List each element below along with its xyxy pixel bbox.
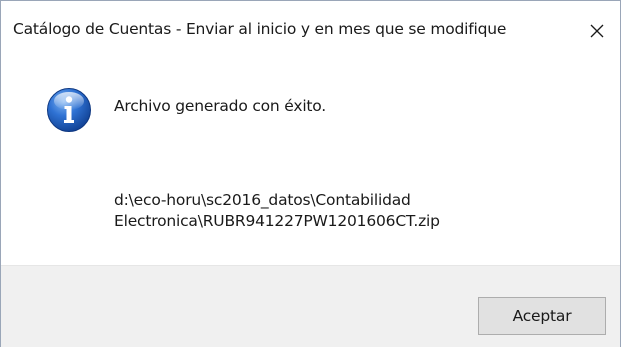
dialog-footer: Aceptar — [1, 265, 620, 347]
dialog-body: Archivo generado con éxito. d:\eco-horu\… — [1, 63, 620, 265]
file-path-line: Electronica\RUBR941227PW1201606CT.zip — [114, 212, 440, 230]
dialog-title: Catálogo de Cuentas - Enviar al inicio y… — [13, 20, 507, 38]
dialog-message: Archivo generado con éxito. — [114, 97, 327, 115]
close-button[interactable] — [574, 7, 620, 55]
file-path: d:\eco-horu\sc2016_datos\Contabilidad El… — [114, 190, 440, 232]
dialog-titlebar[interactable]: Catálogo de Cuentas - Enviar al inicio y… — [1, 1, 620, 63]
ok-button[interactable]: Aceptar — [478, 297, 606, 335]
message-dialog: Catálogo de Cuentas - Enviar al inicio y… — [0, 0, 621, 347]
close-icon — [590, 24, 604, 38]
file-path-line: d:\eco-horu\sc2016_datos\Contabilidad — [114, 191, 411, 209]
info-icon — [46, 87, 92, 133]
